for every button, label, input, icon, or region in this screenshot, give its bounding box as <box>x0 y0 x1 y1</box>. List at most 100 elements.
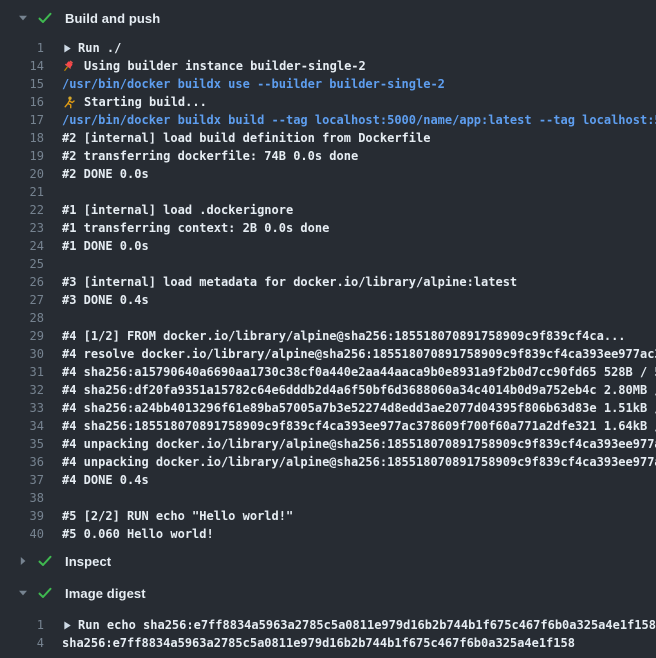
line-number[interactable]: 29 <box>0 327 44 345</box>
log-text-value: #5 [2/2] RUN echo "Hello world!" <box>62 507 293 525</box>
line-number[interactable]: 4 <box>0 634 44 652</box>
line-number[interactable]: 37 <box>0 471 44 489</box>
line-number[interactable]: 35 <box>0 435 44 453</box>
line-number[interactable]: 38 <box>0 489 44 507</box>
line-number[interactable]: 1 <box>0 616 44 634</box>
step-header-image-digest[interactable]: Image digest <box>0 577 656 609</box>
log-text: Using builder instance builder-single-2 <box>62 57 366 75</box>
chevron-right-icon <box>18 556 28 566</box>
log-text: #4 sha256:185518070891758909c9f839cf4ca3… <box>62 417 656 435</box>
line-number[interactable]: 25 <box>0 255 44 273</box>
line-number[interactable]: 22 <box>0 201 44 219</box>
log-line: 20 #2 DONE 0.0s <box>0 165 656 183</box>
log-line: 23 #1 transferring context: 2B 0.0s done <box>0 219 656 237</box>
log-text: #3 DONE 0.4s <box>62 291 149 309</box>
log-text: #5 0.060 Hello world! <box>62 525 214 543</box>
pushpin-icon <box>62 60 75 73</box>
log-text-value: #1 DONE 0.0s <box>62 237 149 255</box>
line-number[interactable]: 21 <box>0 183 44 201</box>
log-text: #4 unpacking docker.io/library/alpine@sh… <box>62 453 656 471</box>
log-text: /usr/bin/docker buildx build --tag local… <box>62 111 656 129</box>
line-number[interactable]: 36 <box>0 453 44 471</box>
log-text-value: #4 sha256:a15790640a6690aa1730c38cf0a440… <box>62 363 656 381</box>
log-line: 33 #4 sha256:a24bb4013296f61e89ba57005a7b… <box>0 399 656 417</box>
line-number[interactable]: 15 <box>0 75 44 93</box>
log-text-value: Run ./ <box>78 39 121 57</box>
line-number[interactable]: 32 <box>0 381 44 399</box>
log-text-value: #4 sha256:df20fa9351a15782c64e6dddb2d4a6… <box>62 381 656 399</box>
log-line: 25 <box>0 255 656 273</box>
log-text: #1 transferring context: 2B 0.0s done <box>62 219 329 237</box>
line-number[interactable]: 30 <box>0 345 44 363</box>
line-number[interactable]: 27 <box>0 291 44 309</box>
log-text-value: /usr/bin/docker buildx build --tag local… <box>62 111 656 129</box>
log-text: sha256:e7ff8834a5963a2785c5a0811e979d16b… <box>62 634 575 652</box>
line-number[interactable]: 23 <box>0 219 44 237</box>
chevron-down-icon <box>18 13 28 23</box>
log-text-value: #2 transferring dockerfile: 74B 0.0s don… <box>62 147 358 165</box>
log-line: 17/usr/bin/docker buildx build --tag loc… <box>0 111 656 129</box>
log-text-value: #1 [internal] load .dockerignore <box>62 201 293 219</box>
line-number[interactable]: 16 <box>0 93 44 111</box>
log-text: #5 [2/2] RUN echo "Hello world!" <box>62 507 293 525</box>
log-text-value: #4 [1/2] FROM docker.io/library/alpine@s… <box>62 327 626 345</box>
line-number[interactable]: 33 <box>0 399 44 417</box>
log-text: #1 DONE 0.0s <box>62 237 149 255</box>
line-number[interactable]: 26 <box>0 273 44 291</box>
log-text: /usr/bin/docker buildx use --builder bui… <box>62 75 445 93</box>
log-line: 1 Run ./ <box>0 39 656 57</box>
line-number[interactable]: 20 <box>0 165 44 183</box>
step-header-inspect[interactable]: Inspect <box>0 545 656 577</box>
line-number[interactable]: 19 <box>0 147 44 165</box>
log-line: 27 #3 DONE 0.4s <box>0 291 656 309</box>
log-text-value: Using builder instance builder-single-2 <box>84 57 366 75</box>
chevron-down-icon <box>18 588 28 598</box>
log-line: 22 #1 [internal] load .dockerignore <box>0 201 656 219</box>
line-number[interactable]: 1 <box>0 39 44 57</box>
runner-icon <box>62 96 75 109</box>
log-line: 26 #3 [internal] load metadata for docker… <box>0 273 656 291</box>
step-header-build-and-push[interactable]: Build and push <box>0 0 656 36</box>
line-number[interactable]: 34 <box>0 417 44 435</box>
log-line: 21 <box>0 183 656 201</box>
log-text-value: #4 unpacking docker.io/library/alpine@sh… <box>62 453 656 471</box>
line-number[interactable]: 18 <box>0 129 44 147</box>
log-line: 35 #4 unpacking docker.io/library/alpine@… <box>0 435 656 453</box>
line-number[interactable]: 39 <box>0 507 44 525</box>
log-line: 39 #5 [2/2] RUN echo "Hello world!" <box>0 507 656 525</box>
log-text-value: #4 unpacking docker.io/library/alpine@sh… <box>62 435 656 453</box>
log-text: #2 [internal] load build definition from… <box>62 129 430 147</box>
log-text-value: #2 DONE 0.0s <box>62 165 149 183</box>
log-line: 32 #4 sha256:df20fa9351a15782c64e6dddb2d4… <box>0 381 656 399</box>
log-line: 28 <box>0 309 656 327</box>
step-title: Inspect <box>65 554 111 569</box>
run-expand-icon <box>63 621 72 630</box>
line-number[interactable]: 31 <box>0 363 44 381</box>
line-number[interactable]: 40 <box>0 525 44 543</box>
log-line: 31 #4 sha256:a15790640a6690aa1730c38cf0a4… <box>0 363 656 381</box>
log-line: 24 #1 DONE 0.0s <box>0 237 656 255</box>
step-section-build-and-push: Build and push1 Run ./14 Using builder i… <box>0 0 656 543</box>
run-group-toggle[interactable]: Run ./ <box>62 39 121 57</box>
log-line: 30#4 resolve docker.io/library/alpine@sh… <box>0 345 656 363</box>
line-number[interactable]: 28 <box>0 309 44 327</box>
log-line: 29 #4 [1/2] FROM docker.io/library/alpine… <box>0 327 656 345</box>
step-section-image-digest: Image digest 1 Run echo sha256:e7ff8834a5… <box>0 577 656 652</box>
line-number[interactable]: 17 <box>0 111 44 129</box>
log-line: 15/usr/bin/docker buildx use --builder b… <box>0 75 656 93</box>
log-line: 18 #2 [internal] load build definition fr… <box>0 129 656 147</box>
line-number[interactable]: 14 <box>0 57 44 75</box>
log-line: 19 #2 transferring dockerfile: 74B 0.0s d… <box>0 147 656 165</box>
log-line: 36 #4 unpacking docker.io/library/alpine@… <box>0 453 656 471</box>
log-text: #3 [internal] load metadata for docker.i… <box>62 273 517 291</box>
log-text: #4 unpacking docker.io/library/alpine@sh… <box>62 435 656 453</box>
log-text-value: #5 0.060 Hello world! <box>62 525 214 543</box>
log-text: #4 sha256:a24bb4013296f61e89ba57005a7b3e… <box>62 399 656 417</box>
run-group-toggle[interactable]: Run echo sha256:e7ff8834a5963a2785c5a081… <box>62 616 656 634</box>
log-viewer: Build and push1 Run ./14 Using builder i… <box>0 0 656 652</box>
line-number[interactable]: 24 <box>0 237 44 255</box>
log-line: 4 sha256:e7ff8834a5963a2785c5a0811e979d16… <box>0 634 656 652</box>
log-text: Starting build... <box>62 93 207 111</box>
log-text: #4 sha256:df20fa9351a15782c64e6dddb2d4a6… <box>62 381 656 399</box>
log-text: #1 [internal] load .dockerignore <box>62 201 293 219</box>
